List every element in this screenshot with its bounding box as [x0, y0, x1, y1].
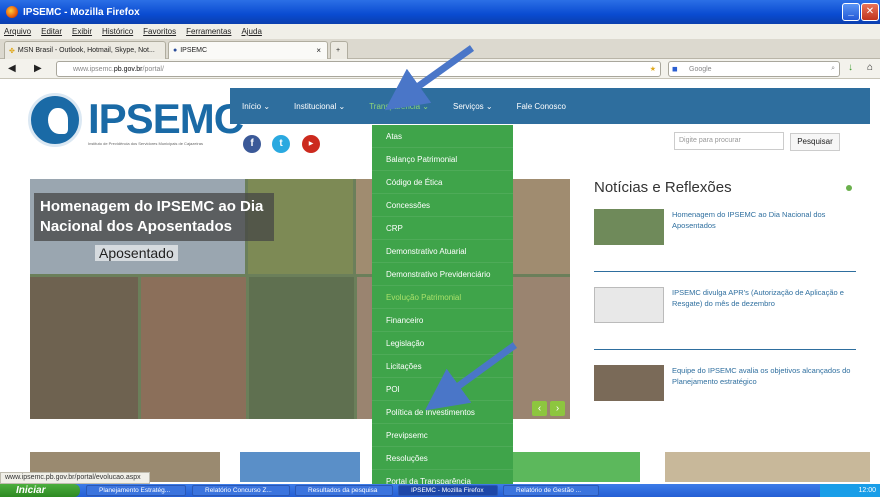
annotation-arrows [384, 45, 518, 411]
annotation-arrow-evolucao [425, 342, 518, 411]
annotation-arrow-transparencia [384, 45, 475, 111]
